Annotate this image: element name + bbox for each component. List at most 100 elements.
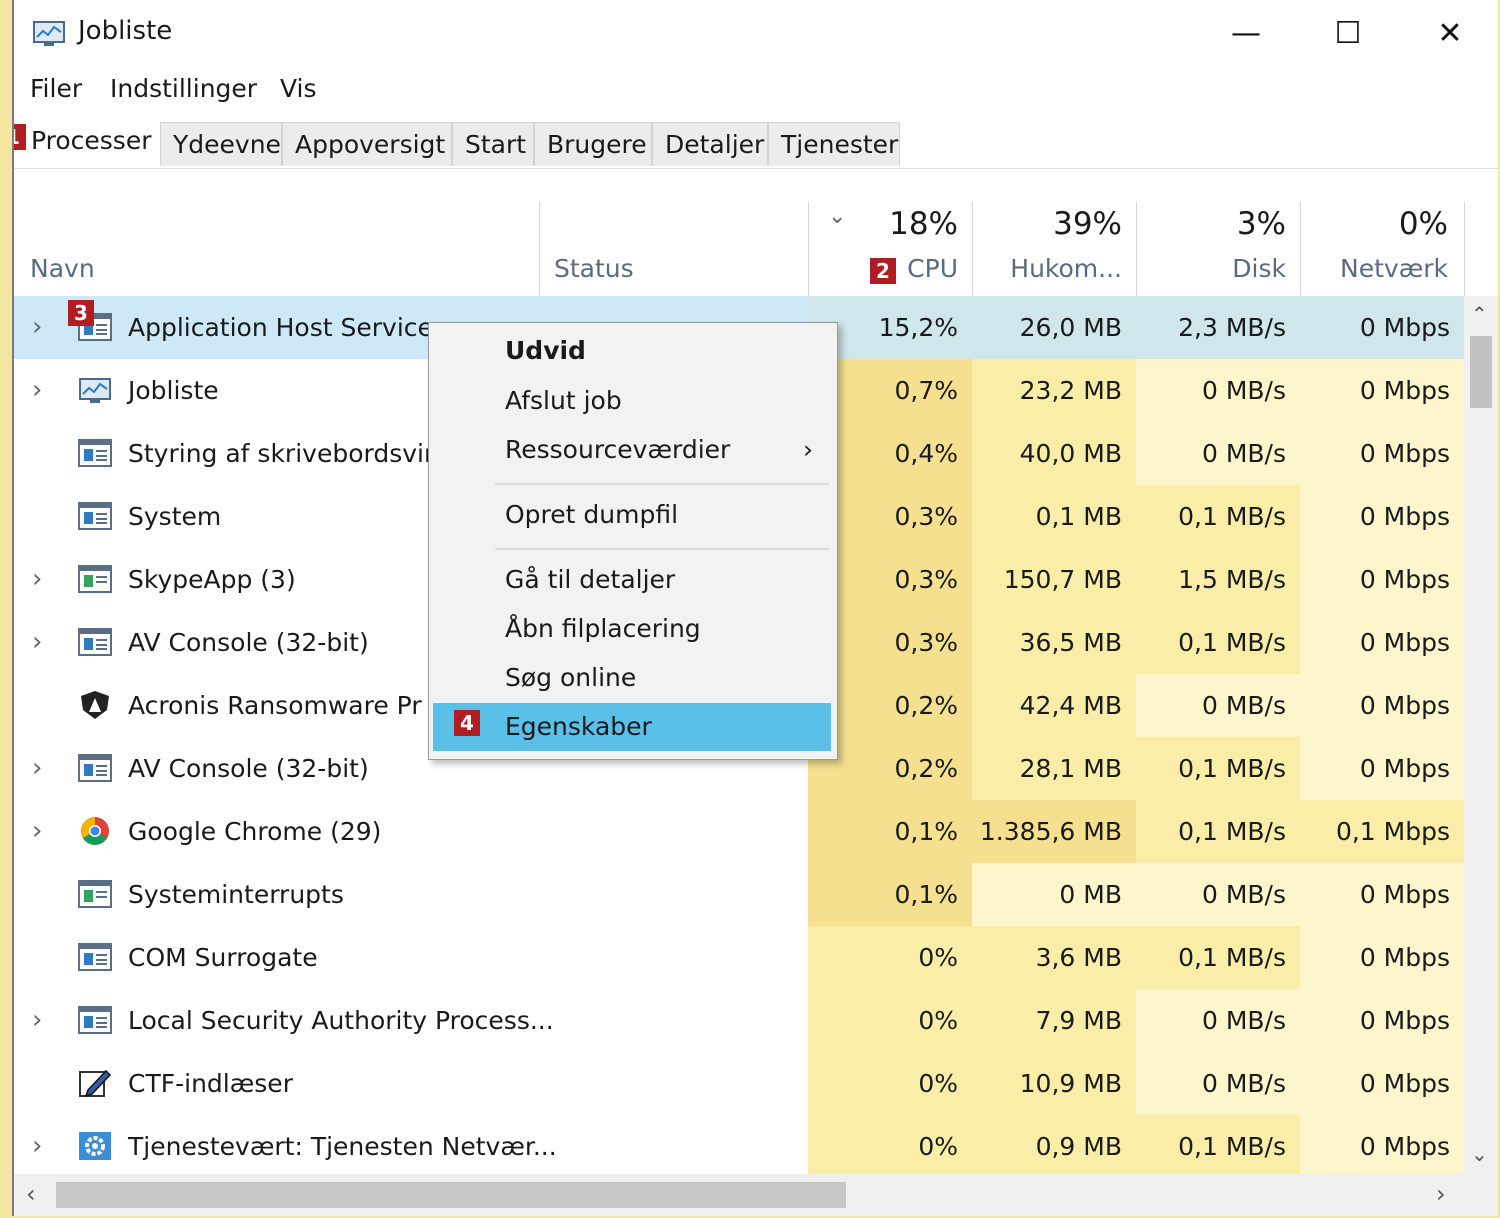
gear-icon [78,1131,112,1161]
process-row[interactable]: › Tjenestevært: Tjenesten Netvær... 0% 0,9 … [14,1115,1464,1178]
column-divider [808,202,809,296]
memory-label[interactable]: Hukom... [978,254,1122,283]
tab-bar: Processer Ydeevne Appoversigt Start Brug… [14,118,1498,169]
expand-chevron-icon[interactable]: › [32,611,42,674]
scroll-left-icon[interactable]: ‹ [26,1180,36,1208]
context-item-opret-dumpfil[interactable]: Opret dumpfil [429,491,837,539]
tab-ydeevne[interactable]: Ydeevne [160,122,282,166]
context-item-udvid[interactable]: Udvid [429,327,837,375]
mem-value: 42,4 MB [972,674,1136,737]
context-item-ressourcev-rdier[interactable]: Ressourceværdier › [429,426,837,474]
tab-tjenester[interactable]: Tjenester [768,122,900,166]
disk-value: 0,1 MB/s [1136,800,1300,863]
network-total[interactable]: 0% [1304,206,1448,242]
window-icon [78,753,112,783]
context-item-label: Søg online [505,663,637,692]
process-row[interactable]: › Local Security Authority Process... 0% 7,… [14,989,1464,1052]
process-name-cell[interactable]: › Tjenestevært: Tjenesten Netvær... [14,1115,808,1178]
tab-detaljer[interactable]: Detaljer [652,122,768,166]
expand-chevron-icon[interactable]: › [32,548,42,611]
process-name: Jobliste [128,376,219,405]
expand-chevron-icon[interactable]: › [32,989,42,1052]
mem-value: 7,9 MB [972,989,1136,1052]
context-item-s-g-online[interactable]: Søg online [429,654,837,702]
menu-filer[interactable]: Filer [30,74,82,103]
window-icon [78,627,112,657]
scroll-down-icon[interactable]: ⌄ [1471,1142,1488,1166]
memory-total[interactable]: 39% [978,206,1122,242]
mem-value: 10,9 MB [972,1052,1136,1115]
context-item-label: Åbn filplacering [505,614,701,643]
expand-chevron-icon[interactable]: › [32,359,42,422]
window-icon [78,501,112,531]
process-row[interactable]: CTF-indlæser 0% 10,9 MB 0 MB/s 0 Mbps [14,1052,1464,1115]
cpu-total[interactable]: 18% [814,206,958,242]
disk-value: 0,1 MB/s [1136,485,1300,548]
process-name-cell[interactable]: › Local Security Authority Process... [14,989,808,1052]
disk-label[interactable]: Disk [1142,254,1286,283]
process-name-cell[interactable]: CTF-indlæser [14,1052,808,1115]
column-divider [972,202,973,296]
context-item-label: Udvid [505,336,586,365]
window-icon [78,942,112,972]
scroll-up-icon[interactable]: ⌃ [1471,302,1488,326]
net-value: 0 Mbps [1300,1115,1464,1178]
process-name: AV Console (32-bit) [128,754,369,783]
process-name: Tjenestevært: Tjenesten Netvær... [128,1132,557,1161]
pen-icon [78,1068,112,1098]
process-name: AV Console (32-bit) [128,628,369,657]
scroll-thumb[interactable] [1470,336,1492,408]
context-item--bn-filplacering[interactable]: Åbn filplacering [429,605,837,653]
column-name-label[interactable]: Navn [30,254,95,283]
menu-indstillinger[interactable]: Indstillinger [110,74,257,103]
horizontal-scroll-thumb[interactable] [56,1182,846,1208]
process-name-cell[interactable]: COM Surrogate [14,926,808,989]
disk-value: 0,1 MB/s [1136,737,1300,800]
maximize-button[interactable]: ☐ [1306,8,1390,58]
network-label[interactable]: Netværk [1304,254,1448,283]
vertical-scrollbar[interactable]: ⌃ ⌄ [1464,296,1498,1174]
process-row[interactable]: Systeminterrupts 0,1% 0 MB 0 MB/s 0 Mbps [14,863,1464,926]
expand-chevron-icon[interactable]: › [32,296,42,359]
disk-value: 0,1 MB/s [1136,611,1300,674]
mem-value: 3,6 MB [972,926,1136,989]
context-item-egenskaber[interactable]: Egenskaber [433,703,831,751]
expand-chevron-icon[interactable]: › [32,1115,42,1178]
process-name: Application Host Service [128,313,433,342]
mem-value: 26,0 MB [972,296,1136,359]
minimize-button[interactable]: — [1204,8,1288,58]
disk-value: 1,5 MB/s [1136,548,1300,611]
context-item-label: Ressourceværdier [505,435,731,464]
tab-start[interactable]: Start [452,122,534,166]
context-item-g-til-detaljer[interactable]: Gå til detaljer [429,556,837,604]
mem-value: 150,7 MB [972,548,1136,611]
process-name-cell[interactable]: Systeminterrupts [14,863,808,926]
disk-value: 0 MB/s [1136,422,1300,485]
close-button[interactable]: ✕ [1408,8,1492,58]
net-value: 0 Mbps [1300,422,1464,485]
context-item-afslut-job[interactable]: Afslut job [429,377,837,425]
mem-value: 0,9 MB [972,1115,1136,1178]
mem-value: 28,1 MB [972,737,1136,800]
tab-appoversigt[interactable]: Appoversigt [282,122,452,166]
cpu-value: 0,1% [808,800,972,863]
process-row[interactable]: COM Surrogate 0% 3,6 MB 0,1 MB/s 0 Mbps [14,926,1464,989]
context-menu: Udvid Afslut job Ressourceværdier › Opret du… [428,322,838,760]
process-name-cell[interactable]: › Google Chrome (29) [14,800,808,863]
tab-processer[interactable]: Processer [18,118,160,168]
net-value: 0 Mbps [1300,926,1464,989]
expand-chevron-icon[interactable]: › [32,737,42,800]
mem-value: 0,1 MB [972,485,1136,548]
disk-value: 0 MB/s [1136,1052,1300,1115]
horizontal-scrollbar[interactable]: ‹ › [14,1174,1498,1216]
annotation-badge-3: 3 [68,300,94,326]
process-row[interactable]: › Google Chrome (29) 0,1% 1.385,6 MB 0,1 MB/… [14,800,1464,863]
app-window-icon [78,564,112,594]
menu-vis[interactable]: Vis [280,74,317,103]
column-status-label[interactable]: Status [554,254,634,283]
scroll-right-icon[interactable]: › [1436,1180,1446,1208]
expand-chevron-icon[interactable]: › [32,800,42,863]
tab-brugere[interactable]: Brugere [534,122,652,166]
shield-icon [78,690,112,720]
disk-total[interactable]: 3% [1142,206,1286,242]
